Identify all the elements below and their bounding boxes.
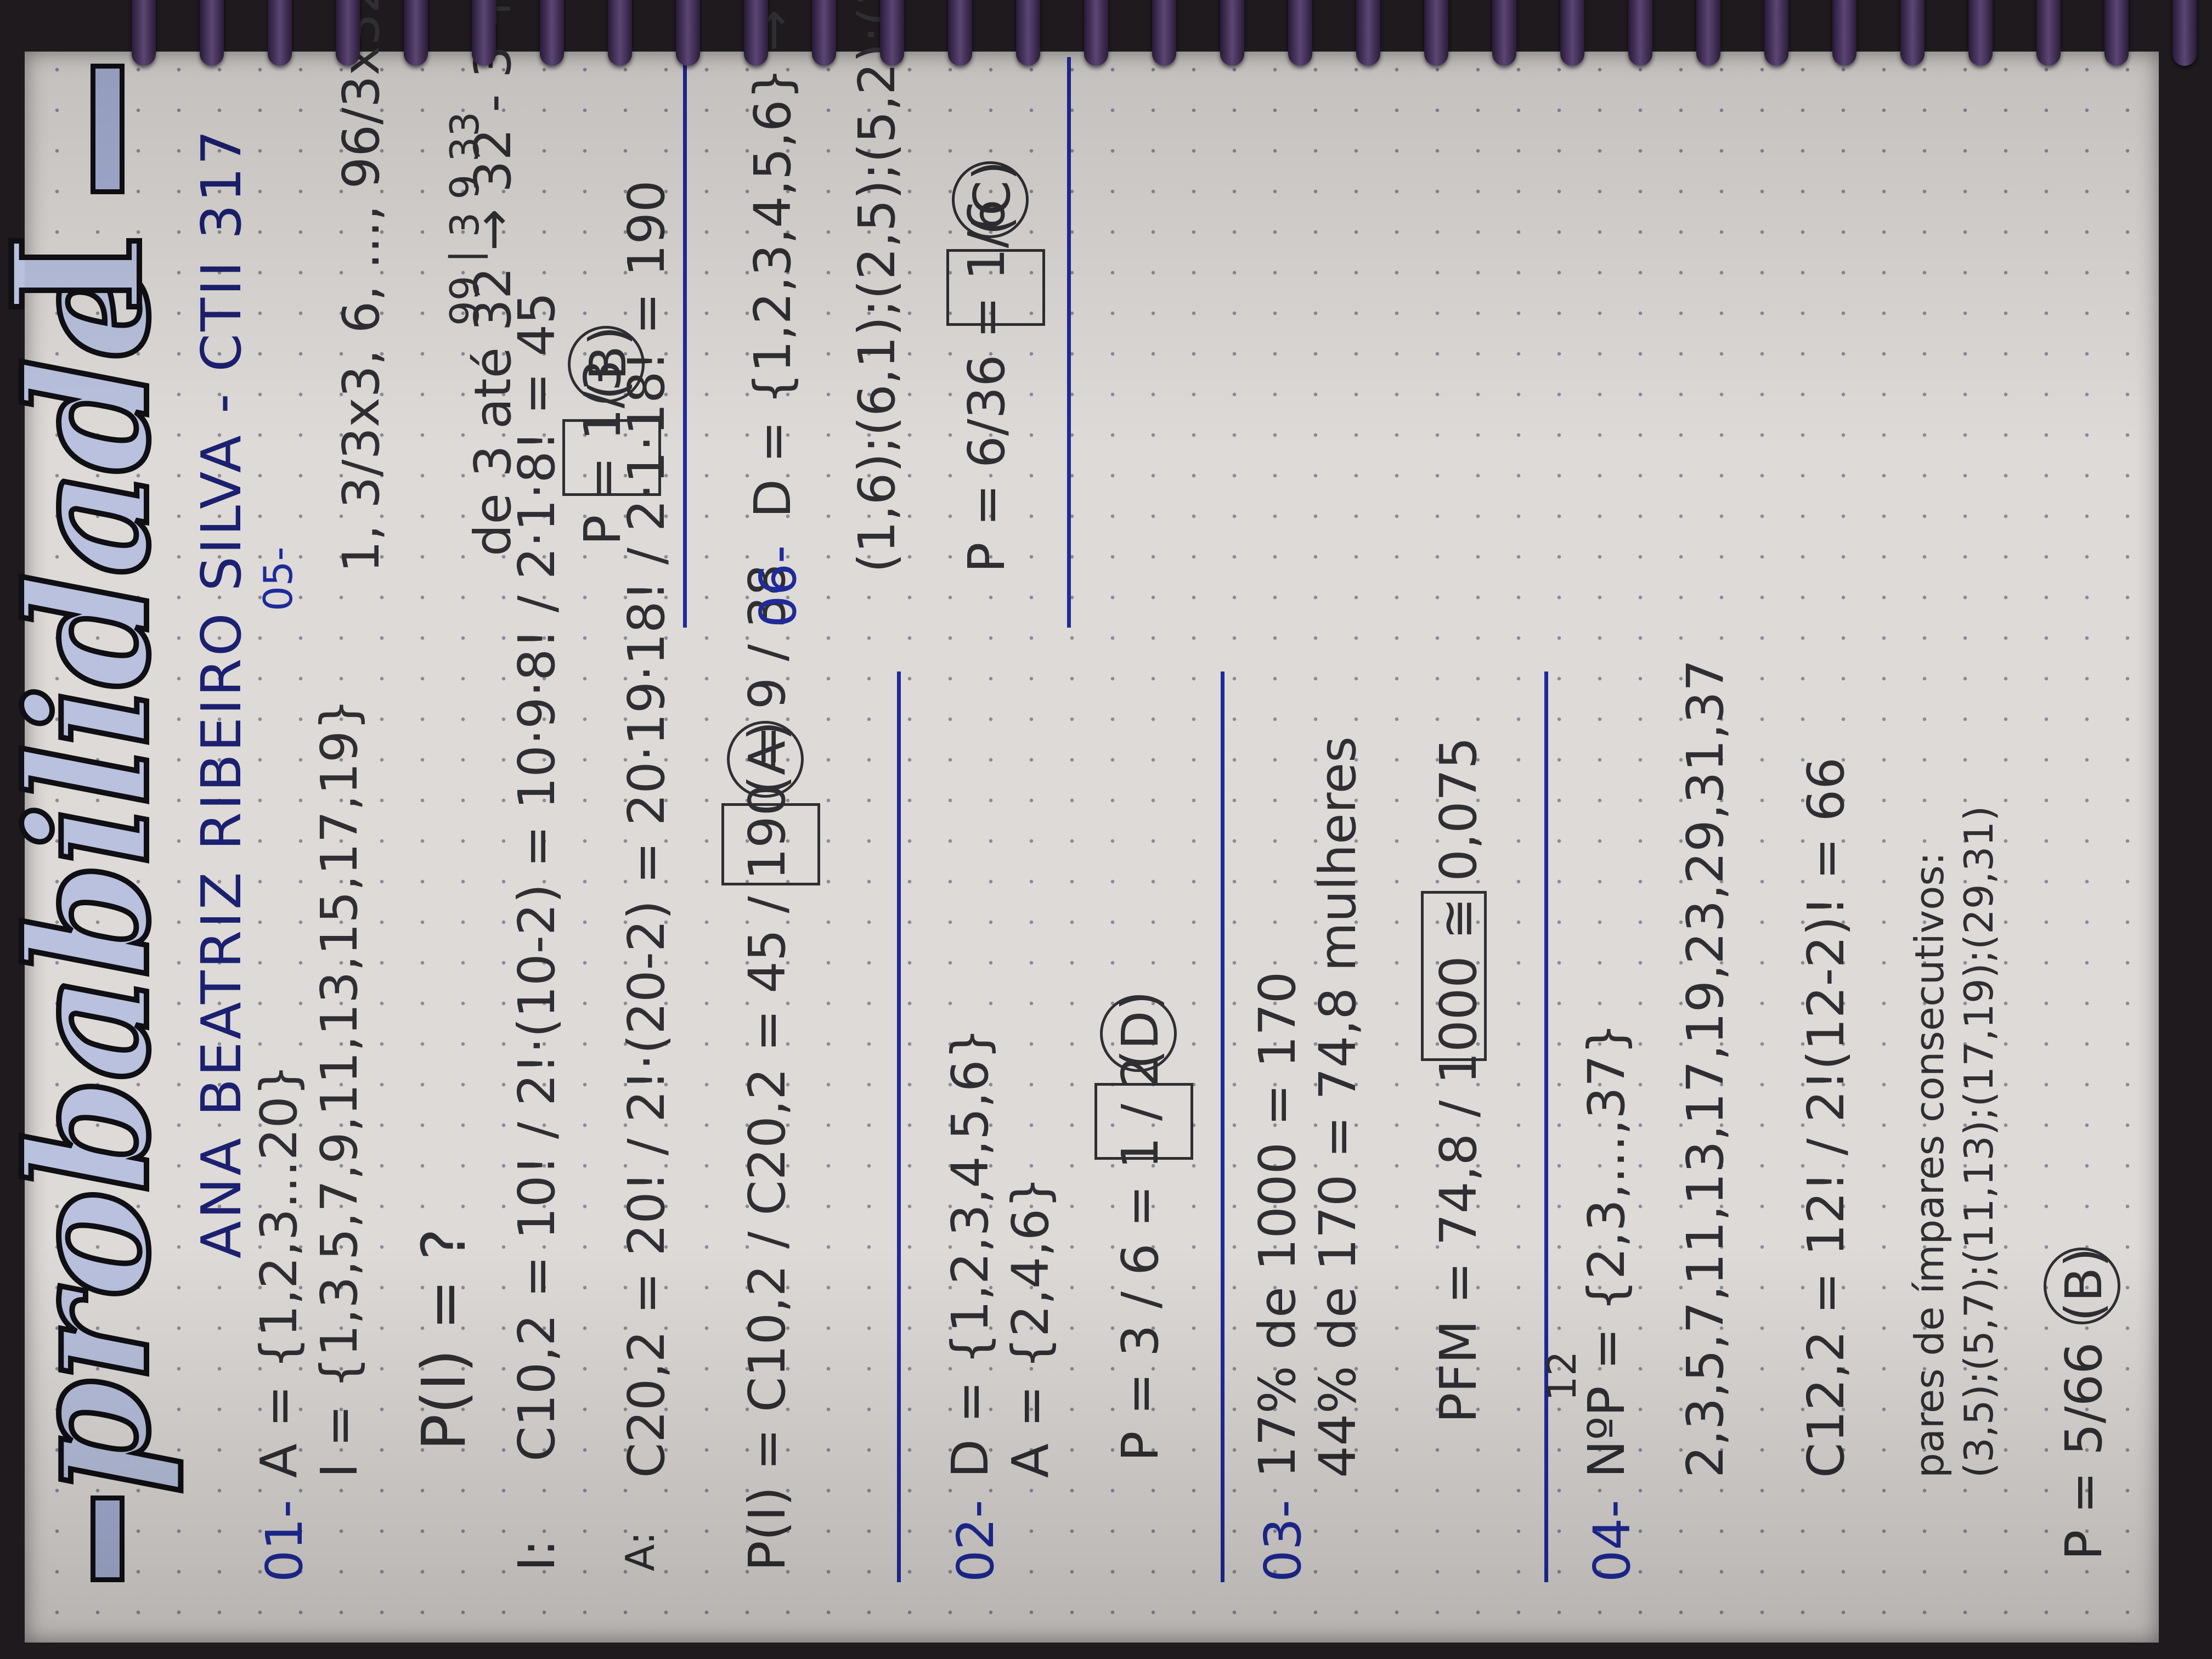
separator-6 xyxy=(1067,57,1071,628)
spiral-ring xyxy=(744,0,768,66)
separator-5 xyxy=(683,57,687,628)
spiral-ring xyxy=(1832,0,1857,66)
spiral-ring xyxy=(1084,0,1108,66)
spiral-ring xyxy=(268,0,292,66)
q02-answer: (D) xyxy=(1111,991,1170,1069)
title-left-bar xyxy=(91,1496,125,1582)
q03-line2: 44% de 170 = 74,8 mulheres xyxy=(1308,736,1367,1478)
spiral-ring xyxy=(1968,0,1993,66)
spiral-ring xyxy=(1560,0,1584,66)
q03-line1: 17% de 1000 = 170 xyxy=(1248,971,1307,1478)
q01-number: 01- xyxy=(255,1499,314,1582)
dot-grid-paper: probabilidade I ANA BEATRIZ RIBEIRO SILV… xyxy=(0,0,2159,1643)
q01-i-label: I: xyxy=(507,1539,566,1571)
q03-number: 03- xyxy=(1254,1499,1312,1582)
spiral-ring xyxy=(2104,0,2129,66)
q04-prime-list: 2,3,5,7,11,13,17,19,23,29,31,37 xyxy=(1676,659,1735,1478)
spiral-ring xyxy=(812,0,836,66)
q05-sequence: 1, 3/3x3, 6, ..., 96/3x32, 99 xyxy=(332,0,391,573)
q01-answer-box xyxy=(721,803,820,885)
q02-set-d: D = {1,2,3,4,5,6} xyxy=(941,1028,1000,1478)
title-right-bar xyxy=(91,64,125,194)
q05-answer-box xyxy=(562,419,661,496)
q01-set-i: I = {1,3,5,7,9,11,13,15,17,19} xyxy=(310,698,369,1478)
spiral-ring xyxy=(336,0,360,66)
q04-comb: C12,2 = 12! / 2!(12-2)! = 66 xyxy=(1797,757,1855,1478)
q01-set-a: A = {1,2,3...20} xyxy=(250,1064,308,1478)
spiral-ring xyxy=(1152,0,1176,66)
q01-p-question: P(I) = ? xyxy=(409,1228,479,1451)
title-word: probabilidade xyxy=(0,257,188,1497)
q01-answer: (A) xyxy=(738,721,797,795)
q05-number: 05- xyxy=(255,546,301,611)
separator-1 xyxy=(897,672,901,1582)
separator-3 xyxy=(1544,672,1548,1582)
q06-answer-box xyxy=(946,249,1045,326)
q06-set-d: D = {1,2,3,4,5,6} → 6² = 36 xyxy=(743,0,802,518)
q04-pairs: (3,5);(5,7);(11,13);(17,19);(29,31) xyxy=(1956,805,2002,1478)
q01-a-label: A: xyxy=(617,1531,663,1571)
spiral-ring xyxy=(2036,0,2061,66)
q06-pairs: (1,6);(6,1);(2,5);(5,2);(3,4);(4,3) xyxy=(848,0,906,573)
notebook-page-rotated: probabilidade I ANA BEATRIZ RIBEIRO SILV… xyxy=(0,0,2212,1659)
spiral-ring xyxy=(1628,0,1652,66)
q04-number: 04- xyxy=(1583,1499,1641,1582)
q04-primes: NºP = {2,3,...,37} xyxy=(1577,1023,1636,1478)
spiral-ring xyxy=(1764,0,1788,66)
spiral-ring xyxy=(1424,0,1448,66)
q05-range: de 3 até 32 → 32 - 3 + 1 = 30 xyxy=(464,0,522,556)
q04-primes-count: 12 xyxy=(1539,1351,1585,1401)
spiral-ring xyxy=(1220,0,1244,66)
q06-number: 06- xyxy=(749,545,808,628)
q04-answer: (B) xyxy=(2055,1248,2113,1322)
spiral-ring xyxy=(472,0,496,66)
spiral-ring xyxy=(1016,0,1040,66)
spiral-ring xyxy=(1492,0,1516,66)
spiral-ring xyxy=(676,0,700,66)
spiral-ring xyxy=(1288,0,1312,66)
spiral-ring xyxy=(2172,0,2197,66)
spiral-ring xyxy=(1356,0,1380,66)
q03-p-result: PFM = 74,8 / 1000 ≅ 0,075 xyxy=(1429,737,1488,1423)
q03-answer-box xyxy=(1421,891,1487,1061)
spiral-ring xyxy=(404,0,428,66)
q05-answer: (B) xyxy=(579,326,637,400)
spiral-rings xyxy=(0,0,2212,77)
author-line: ANA BEATRIZ RIBEIRO SILVA - CTII 317 xyxy=(189,128,253,1259)
spiral-ring xyxy=(200,0,224,66)
title-numeral: I xyxy=(0,230,184,318)
q01-p-result: P(I) = C10,2 / C20,2 = 45 / 190 = 9 / 38 xyxy=(738,563,797,1571)
q02-set-a: A = {2,4,6} xyxy=(1001,1176,1060,1478)
photo-scene: probabilidade I ANA BEATRIZ RIBEIRO SILV… xyxy=(0,0,2212,1659)
spiral-ring xyxy=(540,0,564,66)
q04-p-result: P = 5/66 xyxy=(2055,1342,2113,1560)
spiral-ring xyxy=(880,0,904,66)
spiral-ring xyxy=(608,0,632,66)
q04-pairs-label: pares de ímpares consecutivos: xyxy=(1906,851,1953,1478)
spiral-ring xyxy=(948,0,972,66)
separator-2 xyxy=(1221,672,1224,1582)
spiral-ring xyxy=(132,0,156,66)
spiral-ring xyxy=(1696,0,1720,66)
q06-answer: (C) xyxy=(963,160,1022,235)
spiral-ring xyxy=(1900,0,1925,66)
q02-number: 02- xyxy=(946,1499,1005,1582)
q02-answer-box xyxy=(1094,1083,1193,1160)
